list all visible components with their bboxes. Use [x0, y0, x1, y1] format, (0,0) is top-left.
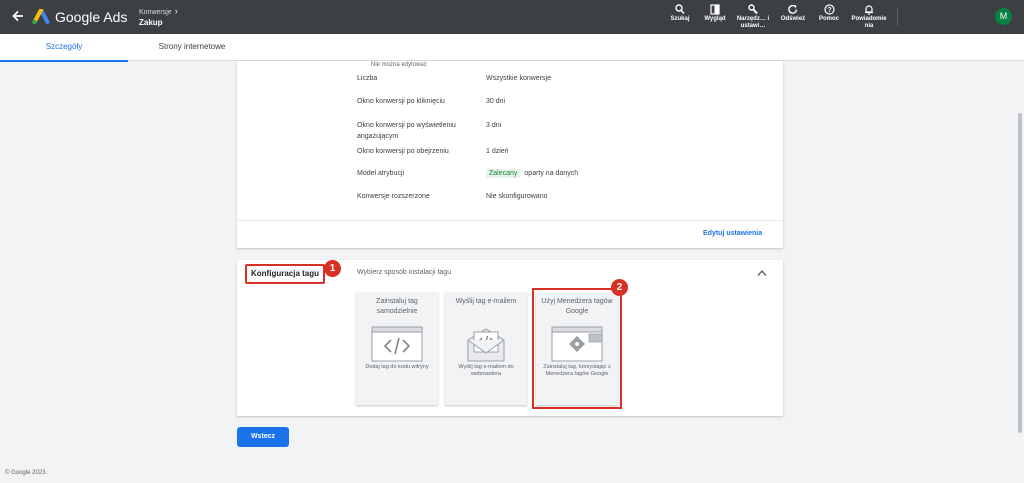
setting-value-view-through-window: 1 dzień — [486, 148, 509, 155]
tools-settings-label: Narzędz… i ustawi… — [736, 16, 770, 29]
edit-settings-link[interactable]: Edytuj ustawienia — [703, 230, 762, 237]
install-tag-yourself-option[interactable]: Zainstaluj tag samodzielnie Dodaj tag do… — [356, 292, 438, 405]
help-icon: ? — [823, 4, 835, 15]
email-tag-option[interactable]: Wyślij tag e-mailem Wyślij tag e-mailem … — [445, 292, 527, 405]
option-title: Zainstaluj tag samodzielnie — [376, 298, 418, 315]
setting-value-attribution-model: Zalecany oparty na danych — [486, 168, 578, 179]
breadcrumb: Konwersje › Zakup — [139, 6, 178, 28]
wrench-icon — [748, 4, 758, 15]
tag-configuration-card: Konfiguracja tagu 1 Wybierz sposób insta… — [237, 260, 783, 416]
back-arrow-icon[interactable] — [11, 9, 25, 23]
option-title: Wyślij tag e-mailem — [455, 298, 517, 305]
code-window-icon — [371, 326, 423, 362]
recommended-badge: Zalecany — [486, 169, 521, 178]
page-scrollbar[interactable] — [1016, 61, 1024, 483]
scrollbar-thumb[interactable] — [1018, 113, 1022, 433]
google-tag-manager-option[interactable]: Użyj Menedżera tagów Google Zainstaluj t… — [532, 288, 622, 409]
product-name: Google Ads — [55, 9, 128, 25]
option-description: Zainstaluj tag, korzystając z Menedżera … — [543, 364, 611, 377]
refresh-button[interactable]: Odśwież — [778, 4, 808, 23]
setting-value-count: Wszystkie konwersje — [486, 75, 551, 82]
tab-details[interactable]: Szczegóły — [0, 34, 128, 62]
google-ads-logo[interactable] — [32, 9, 50, 25]
option-description: Wyślij tag e-mailem do webmastera — [458, 364, 514, 377]
option-description: Dodaj tag do kodu witryny — [365, 364, 429, 370]
setting-value-engaged-view-window: 3 dni — [486, 122, 502, 129]
appearance-button[interactable]: Wygląd — [701, 4, 729, 23]
conversion-settings-card: Nie można edytować Liczba Wszystkie konw… — [237, 61, 783, 248]
annotation-badge-2: 2 — [611, 279, 628, 296]
top-app-bar: Google Ads Konwersje › Zakup Szukaj Wyglą… — [0, 0, 1024, 34]
tag-configuration-heading: Konfiguracja tagu — [245, 264, 326, 284]
refresh-icon — [788, 4, 798, 14]
setting-label-engaged-view-window: Okno konwersji po wyświetleniu angażując… — [357, 122, 456, 140]
topbar-divider — [897, 8, 898, 26]
appearance-label: Wygląd — [704, 16, 726, 22]
search-icon — [675, 4, 685, 15]
non-editable-note: Nie można edytować — [371, 62, 427, 68]
tab-websites[interactable]: Strony internetowe — [128, 34, 256, 61]
avatar[interactable]: M — [995, 8, 1012, 25]
notifications-label: Powiadomie nia — [851, 16, 887, 29]
search-label: Szukaj — [670, 16, 690, 22]
help-button[interactable]: ? Pomoc — [816, 4, 842, 23]
chevron-right-icon: › — [174, 6, 178, 16]
chevron-up-icon[interactable] — [757, 269, 767, 277]
layout-icon — [710, 4, 720, 15]
tools-settings-button[interactable]: Narzędz… i ustawi… — [736, 4, 770, 30]
setting-label-attribution-model: Model atrybucji — [357, 170, 405, 177]
setting-value-click-window: 30 dni — [486, 98, 506, 105]
copyright-footer: © Google 2023. — [5, 470, 48, 476]
email-envelope-icon — [467, 328, 505, 362]
attribution-model-text: oparty na danych — [524, 170, 579, 177]
refresh-label: Odśwież — [780, 16, 806, 22]
option-title: Użyj Menedżera tagów Google — [541, 298, 613, 315]
help-label: Pomoc — [818, 16, 839, 22]
card-divider — [237, 220, 783, 221]
setting-label-enhanced-conversions: Konwersje rozszerzone — [357, 193, 430, 200]
bell-icon — [865, 5, 873, 15]
tab-bar: Szczegóły Strony internetowe — [0, 34, 1024, 62]
tag-manager-icon — [551, 326, 603, 362]
setting-label-click-window: Okno konwersji po kliknięciu — [357, 98, 445, 105]
breadcrumb-parent[interactable]: Konwersje — [139, 9, 172, 16]
setting-value-enhanced-conversions: Nie skonfigurowano — [486, 193, 548, 200]
setting-label-view-through-window: Okno konwersji po obejrzeniu — [357, 148, 449, 155]
svg-text:?: ? — [827, 7, 831, 14]
search-button[interactable]: Szukaj — [668, 4, 692, 23]
notifications-button[interactable]: Powiadomie nia — [849, 4, 889, 30]
back-button[interactable]: Wstecz — [237, 427, 289, 447]
tag-configuration-subtitle: Wybierz sposób instalacji tagu — [357, 269, 452, 276]
breadcrumb-current: Zakup — [139, 18, 163, 27]
annotation-badge-1: 1 — [324, 260, 341, 277]
setting-label-count: Liczba — [357, 75, 378, 82]
